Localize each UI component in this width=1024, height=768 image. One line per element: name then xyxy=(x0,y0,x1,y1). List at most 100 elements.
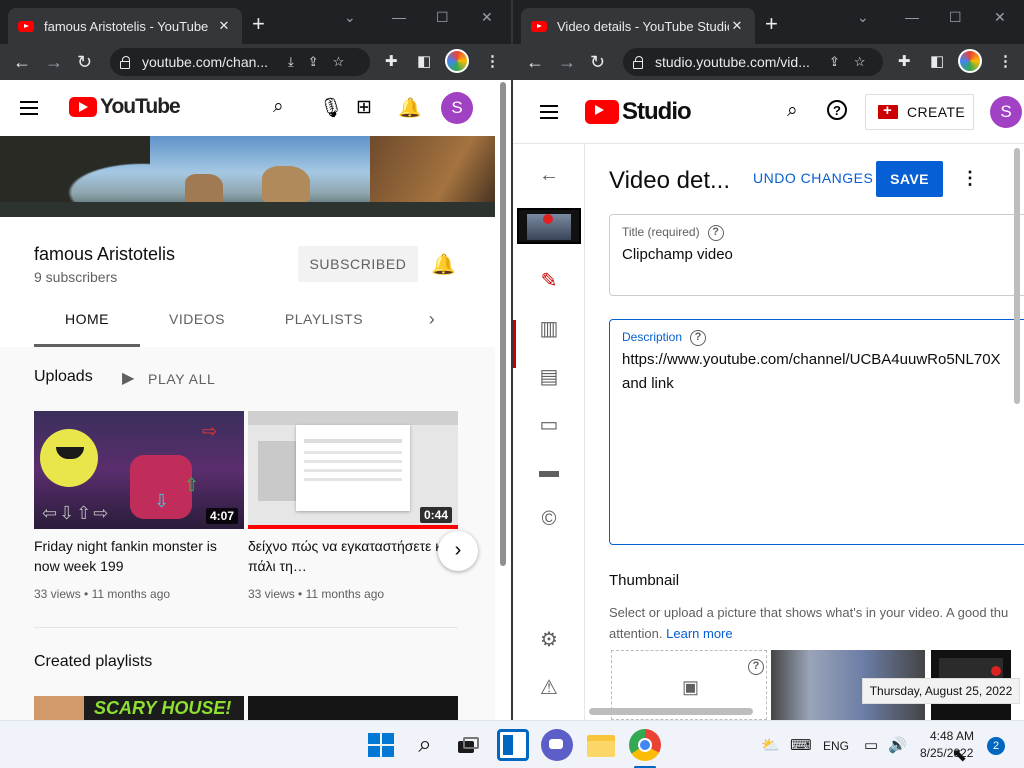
page-scrollbar[interactable] xyxy=(500,82,506,566)
create-button[interactable]: CREATE xyxy=(865,94,974,130)
subscribed-button[interactable]: SUBSCRIBED xyxy=(298,246,418,282)
bookmark-star-icon[interactable]: ☆ xyxy=(854,54,866,70)
close-tab-icon[interactable]: ✕ xyxy=(216,18,232,34)
playlist-thumbnail[interactable] xyxy=(248,696,458,720)
editor-clapper-icon[interactable]: ▤ xyxy=(537,364,561,389)
menu-icon[interactable] xyxy=(20,101,38,115)
copyright-icon[interactable]: © xyxy=(537,508,561,531)
menu-icon[interactable] xyxy=(540,105,558,119)
learn-more-link[interactable]: Learn more xyxy=(666,626,732,641)
forward-icon[interactable]: → xyxy=(45,50,63,74)
title-field[interactable]: Title (required)? Clipchamp video xyxy=(609,214,1024,296)
minimize-icon[interactable]: — xyxy=(905,9,919,25)
studio-logo-text[interactable]: Studio xyxy=(622,98,692,126)
video-title[interactable]: δείχνο πώς να εγκαταστήσετε και πάλι τη… xyxy=(248,536,458,576)
tab-home[interactable]: HOME xyxy=(34,300,140,347)
video-thumbnail-small[interactable] xyxy=(517,208,581,244)
video-thumbnail[interactable]: ⇦⇩⇧⇨ ⇩ ⇧ ⇨ 4:07 xyxy=(34,411,244,529)
description-field[interactable]: Description? https://www.youtube.com/cha… xyxy=(609,319,1024,545)
chrome-profile-avatar[interactable] xyxy=(445,49,469,73)
reload-icon[interactable]: ↻ xyxy=(77,50,92,74)
back-arrow-icon[interactable]: ← xyxy=(537,164,561,187)
search-icon[interactable]: ⌕ xyxy=(787,100,798,122)
play-icon[interactable]: ▶ xyxy=(122,368,134,388)
close-tab-icon[interactable]: ✕ xyxy=(729,18,745,34)
tabs-scroll-right-icon[interactable]: › xyxy=(422,300,442,347)
playlist-thumbnail[interactable]: SCARY HOUSE! xyxy=(34,696,244,720)
undo-changes-button[interactable]: UNDO CHANGES xyxy=(753,170,873,186)
reload-icon[interactable]: ↻ xyxy=(590,50,605,74)
clock-time[interactable]: 4:48 AM xyxy=(930,729,974,743)
address-bar[interactable]: youtube.com/chan... ⤓ ⇪ ☆ xyxy=(110,48,370,76)
tab-videos[interactable]: VIDEOS xyxy=(157,300,237,347)
help-icon[interactable]: ? xyxy=(827,100,847,120)
help-icon[interactable]: ? xyxy=(748,659,764,675)
close-window-icon[interactable]: ✕ xyxy=(481,9,493,26)
account-avatar[interactable]: S xyxy=(441,92,473,124)
video-thumbnail[interactable]: 0:44 xyxy=(248,411,458,529)
tab-search-chevron-icon[interactable]: ⌄ xyxy=(857,9,869,26)
browser-tab-studio[interactable]: Video details - YouTube Studio ✕ xyxy=(521,8,755,44)
notification-bell-icon[interactable]: 🔔 xyxy=(431,252,456,277)
tab-search-chevron-icon[interactable]: ⌄ xyxy=(344,9,356,26)
language-indicator[interactable]: ENG xyxy=(823,739,849,753)
title-input[interactable]: Clipchamp video xyxy=(622,243,1022,267)
maximize-icon[interactable]: ☐ xyxy=(949,9,962,26)
help-icon[interactable]: ? xyxy=(690,330,707,346)
extensions-puzzle-icon[interactable]: ✚ xyxy=(385,52,398,70)
search-icon[interactable]: ⌕ xyxy=(273,96,284,118)
widgets-icon[interactable] xyxy=(497,729,529,761)
keyboard-icon[interactable]: ⌨ xyxy=(790,736,812,754)
settings-gear-icon[interactable]: ⚙ xyxy=(537,627,561,652)
chrome-menu-icon[interactable]: ⋮ xyxy=(485,52,500,70)
create-video-icon[interactable]: ⊞ xyxy=(356,96,372,119)
minimize-icon[interactable]: — xyxy=(392,9,406,25)
video-title[interactable]: Friday night fankin monster is now week … xyxy=(34,536,244,576)
share-icon[interactable]: ⇪ xyxy=(308,54,319,70)
subtitles-icon[interactable]: ▬ xyxy=(537,460,561,483)
help-icon[interactable]: ? xyxy=(707,225,724,241)
close-window-icon[interactable]: ✕ xyxy=(994,9,1006,26)
side-panel-icon[interactable]: ◧ xyxy=(417,52,431,70)
play-all-button[interactable]: PLAY ALL xyxy=(148,371,215,387)
new-tab-icon[interactable]: + xyxy=(252,13,265,35)
horizontal-scrollbar[interactable] xyxy=(589,708,753,715)
comments-icon[interactable]: ▭ xyxy=(537,412,561,437)
file-explorer-icon[interactable] xyxy=(585,729,617,761)
network-status-icon[interactable]: ⛅ xyxy=(761,736,780,754)
forward-icon[interactable]: → xyxy=(558,50,576,74)
notification-badge[interactable]: 2 xyxy=(987,737,1005,755)
chrome-app-icon[interactable] xyxy=(629,729,661,761)
display-icon[interactable]: ▭ xyxy=(864,736,878,754)
new-tab-icon[interactable]: + xyxy=(765,13,778,35)
extensions-puzzle-icon[interactable]: ✚ xyxy=(898,52,911,70)
send-feedback-icon[interactable]: ⚠ xyxy=(537,675,561,700)
studio-logo-icon[interactable] xyxy=(585,100,619,124)
microphone-icon[interactable]: 🎙 xyxy=(319,96,343,120)
details-pencil-icon[interactable]: ✎ xyxy=(537,268,561,293)
bookmark-star-icon[interactable]: ☆ xyxy=(333,54,345,70)
volume-icon[interactable]: 🔊 xyxy=(888,736,907,754)
share-icon[interactable]: ⇪ xyxy=(829,54,840,70)
analytics-icon[interactable]: ▥ xyxy=(537,316,561,341)
youtube-logo-icon[interactable] xyxy=(69,97,97,117)
chrome-profile-avatar[interactable] xyxy=(958,49,982,73)
side-panel-icon[interactable]: ◧ xyxy=(930,52,944,70)
task-view-icon[interactable] xyxy=(451,729,483,761)
chrome-menu-icon[interactable]: ⋮ xyxy=(998,52,1013,70)
search-icon[interactable]: ⌕ xyxy=(409,729,441,761)
browser-tab-youtube[interactable]: famous Aristotelis - YouTube ✕ xyxy=(8,8,242,44)
address-bar[interactable]: studio.youtube.com/vid... ⇪ ☆ xyxy=(623,48,883,76)
carousel-next-arrow-icon[interactable]: › xyxy=(438,531,478,571)
youtube-logo-text[interactable]: YouTube xyxy=(100,95,181,119)
save-button[interactable]: SAVE xyxy=(876,161,943,197)
back-icon[interactable]: ← xyxy=(13,50,31,74)
maximize-icon[interactable]: ☐ xyxy=(436,9,449,26)
description-textarea[interactable]: https://www.youtube.com/channel/UCBA4uuw… xyxy=(622,348,1022,396)
notifications-bell-icon[interactable]: 🔔 xyxy=(398,96,422,120)
start-windows-icon[interactable] xyxy=(364,729,396,761)
back-icon[interactable]: ← xyxy=(526,50,544,74)
teams-chat-icon[interactable] xyxy=(541,729,573,761)
more-options-icon[interactable]: ⋮ xyxy=(961,168,979,189)
tab-playlists[interactable]: PLAYLISTS xyxy=(274,300,374,347)
